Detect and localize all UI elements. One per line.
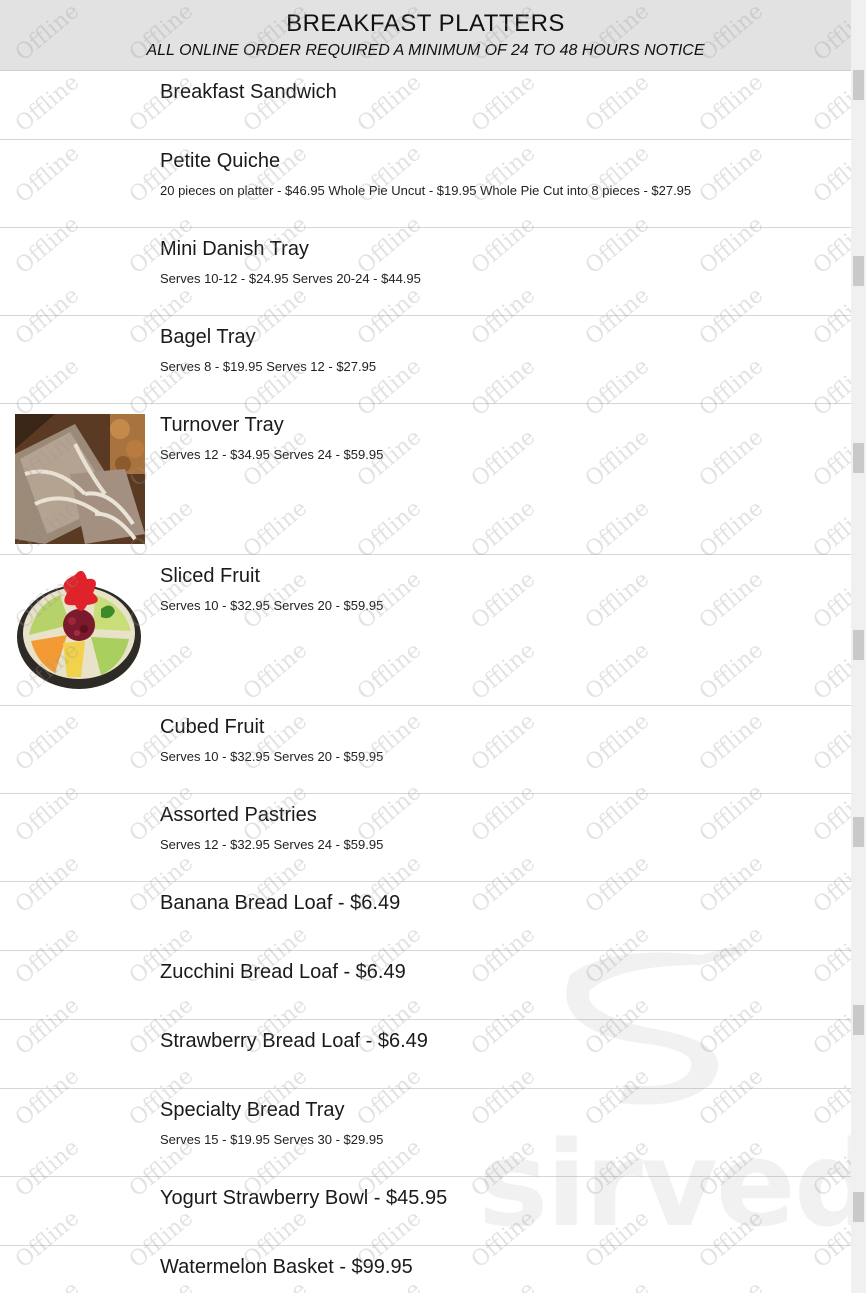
turnover-pastry-photo xyxy=(15,414,145,544)
menu-item-name: Watermelon Basket - $99.95 xyxy=(160,1256,413,1278)
menu-item-description: Serves 10-12 - $24.95 Serves 20-24 - $44… xyxy=(160,271,421,286)
menu-item-description: Serves 15 - $19.95 Serves 30 - $29.95 xyxy=(160,1132,384,1147)
menu-item-name: Sliced Fruit xyxy=(160,565,261,587)
menu-item-watermelon-basket[interactable]: Watermelon Basket - $99.95 xyxy=(0,1246,851,1293)
menu-item-description: 20 pieces on platter - $46.95 Whole Pie … xyxy=(160,183,692,198)
scrollbar-marker xyxy=(853,1005,864,1035)
menu-item-name: Zucchini Bread Loaf - $6.49 xyxy=(160,961,406,983)
menu-item-strawberry-bread-loaf[interactable]: Strawberry Bread Loaf - $6.49 xyxy=(0,1020,851,1089)
menu-item-name: Assorted Pastries xyxy=(160,804,317,826)
menu-item-name: Specialty Bread Tray xyxy=(160,1099,345,1121)
menu-item-name: Breakfast Sandwich xyxy=(160,81,337,103)
menu-item-bagel-tray[interactable]: Bagel Tray Serves 8 - $19.95 Serves 12 -… xyxy=(0,316,851,404)
menu-item-name: Mini Danish Tray xyxy=(160,238,309,260)
menu-item-sliced-fruit[interactable]: Sliced Fruit Serves 10 - $32.95 Serves 2… xyxy=(0,555,851,706)
menu-item-banana-bread-loaf[interactable]: Banana Bread Loaf - $6.49 xyxy=(0,882,851,951)
menu-item-yogurt-strawberry-bowl[interactable]: Yogurt Strawberry Bowl - $45.95 xyxy=(0,1177,851,1246)
menu-item-list: Breakfast Sandwich Petite Quiche 20 piec… xyxy=(0,71,851,1293)
menu-item-specialty-bread-tray[interactable]: Specialty Bread Tray Serves 15 - $19.95 … xyxy=(0,1089,851,1177)
menu-item-name: Petite Quiche xyxy=(160,150,281,172)
scrollbar-marker xyxy=(853,443,864,473)
menu-item-cubed-fruit[interactable]: Cubed Fruit Serves 10 - $32.95 Serves 20… xyxy=(0,706,851,794)
scrollbar-marker xyxy=(853,70,864,100)
menu-item-description: Serves 10 - $32.95 Serves 20 - $59.95 xyxy=(160,598,384,613)
section-notice: ALL ONLINE ORDER REQUIRED A MINIMUM OF 2… xyxy=(146,42,705,59)
menu-item-name: Turnover Tray xyxy=(160,414,284,436)
scrollbar-marker xyxy=(853,1192,864,1222)
menu-page: BREAKFAST PLATTERS ALL ONLINE ORDER REQU… xyxy=(0,0,851,1293)
menu-item-name: Banana Bread Loaf - $6.49 xyxy=(160,892,401,914)
scrollbar-marker xyxy=(853,256,864,286)
menu-item-description: Serves 12 - $32.95 Serves 24 - $59.95 xyxy=(160,837,384,852)
menu-item-petite-quiche[interactable]: Petite Quiche 20 pieces on platter - $46… xyxy=(0,140,851,228)
menu-item-description: Serves 12 - $34.95 Serves 24 - $59.95 xyxy=(160,447,384,462)
section-title: BREAKFAST PLATTERS xyxy=(286,10,565,37)
scrollbar-marker xyxy=(853,817,864,847)
fruit-platter-photo xyxy=(15,565,145,695)
menu-item-description: Serves 10 - $32.95 Serves 20 - $59.95 xyxy=(160,749,384,764)
menu-item-description: Serves 8 - $19.95 Serves 12 - $27.95 xyxy=(160,359,377,374)
menu-item-assorted-pastries[interactable]: Assorted Pastries Serves 12 - $32.95 Ser… xyxy=(0,794,851,882)
menu-item-turnover-tray[interactable]: Turnover Tray Serves 12 - $34.95 Serves … xyxy=(0,404,851,555)
menu-item-breakfast-sandwich[interactable]: Breakfast Sandwich xyxy=(0,71,851,140)
menu-item-name: Bagel Tray xyxy=(160,326,256,348)
menu-item-name: Cubed Fruit xyxy=(160,716,265,738)
menu-item-mini-danish-tray[interactable]: Mini Danish Tray Serves 10-12 - $24.95 S… xyxy=(0,228,851,316)
scrollbar-marker xyxy=(853,630,864,660)
menu-section-header: BREAKFAST PLATTERS ALL ONLINE ORDER REQU… xyxy=(0,0,851,71)
menu-item-name: Yogurt Strawberry Bowl - $45.95 xyxy=(160,1187,448,1209)
menu-item-name: Strawberry Bread Loaf - $6.49 xyxy=(160,1030,428,1052)
menu-item-zucchini-bread-loaf[interactable]: Zucchini Bread Loaf - $6.49 xyxy=(0,951,851,1020)
page-scrollbar[interactable] xyxy=(851,0,866,1293)
